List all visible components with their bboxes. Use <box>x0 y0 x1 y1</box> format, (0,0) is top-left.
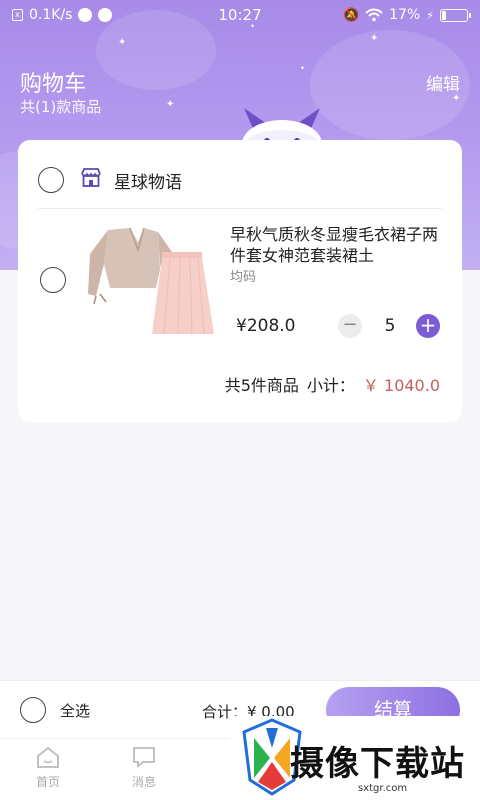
clock: 10:27 <box>218 6 262 24</box>
watermark-text: 摄像下载站 <box>290 744 465 784</box>
store-select-radio[interactable] <box>38 167 64 193</box>
tab-home[interactable]: 首页 <box>18 745 78 790</box>
quantity-increase-button[interactable]: + <box>416 314 440 338</box>
tab-messages[interactable]: 消息 <box>114 745 174 790</box>
cloud-icon <box>78 8 93 22</box>
cart-card: 星球物语 早秋气质秋冬显瘦毛衣裙子两件套女神范套装裙土 均码 ¥208.0 − … <box>18 140 462 422</box>
product-price: ¥208.0 <box>236 316 296 336</box>
subtotal-label: 小计： <box>306 376 355 395</box>
store-name[interactable]: 星球物语 <box>114 168 182 193</box>
product-image[interactable] <box>82 224 214 336</box>
battery-icon <box>440 8 471 22</box>
battery-percent: 17% <box>389 7 421 23</box>
store-header: 星球物语 <box>18 140 462 208</box>
product-spec: 均码 <box>230 270 257 285</box>
data-saver-icon: x <box>12 9 23 21</box>
item-count: 共(1)款商品 <box>20 98 102 116</box>
divider <box>38 208 442 209</box>
wifi-icon <box>365 8 383 22</box>
tab-home-label: 首页 <box>35 775 60 789</box>
subtotal-amount: ￥ 1040.0 <box>362 376 440 395</box>
product-title[interactable]: 早秋气质秋冬显瘦毛衣裙子两件套女神范套装裙土 <box>230 224 450 266</box>
sparkle-icon: ✦ <box>452 93 461 104</box>
item-count-label: 共5件商品 <box>224 376 299 395</box>
mute-icon: 🔕 <box>342 7 360 23</box>
item-select-radio[interactable] <box>40 267 66 293</box>
quantity-value: 5 <box>384 316 396 336</box>
message-icon <box>133 747 155 768</box>
quantity-decrease-button[interactable]: − <box>338 314 362 338</box>
network-speed: 0.1K/s <box>29 7 73 23</box>
edit-button[interactable]: 编辑 <box>426 70 460 95</box>
sparkle-icon: ✦ <box>300 65 306 72</box>
check-icon <box>98 8 113 22</box>
store-icon <box>81 168 101 187</box>
charging-icon: ⚡ <box>426 8 434 22</box>
home-icon <box>37 746 59 768</box>
sparkle-icon: ✦ <box>166 99 175 110</box>
watermark-url: sxtgr.com <box>358 783 408 794</box>
tab-messages-label: 消息 <box>131 775 156 789</box>
page-title: 购物车 <box>20 72 87 97</box>
subtotal-row: 共5件商品 小计： ￥ 1040.0 <box>225 372 440 396</box>
status-bar: x 0.1K/s 10:27 🔕 17% ⚡ <box>0 0 480 30</box>
select-all-label[interactable]: 全选 <box>60 700 90 721</box>
sparkle-icon: ✦ <box>118 37 127 48</box>
sparkle-icon: ✦ <box>370 33 379 44</box>
watermark: 摄像下载站 sxtgr.com <box>230 716 480 800</box>
select-all-radio[interactable] <box>20 697 46 723</box>
